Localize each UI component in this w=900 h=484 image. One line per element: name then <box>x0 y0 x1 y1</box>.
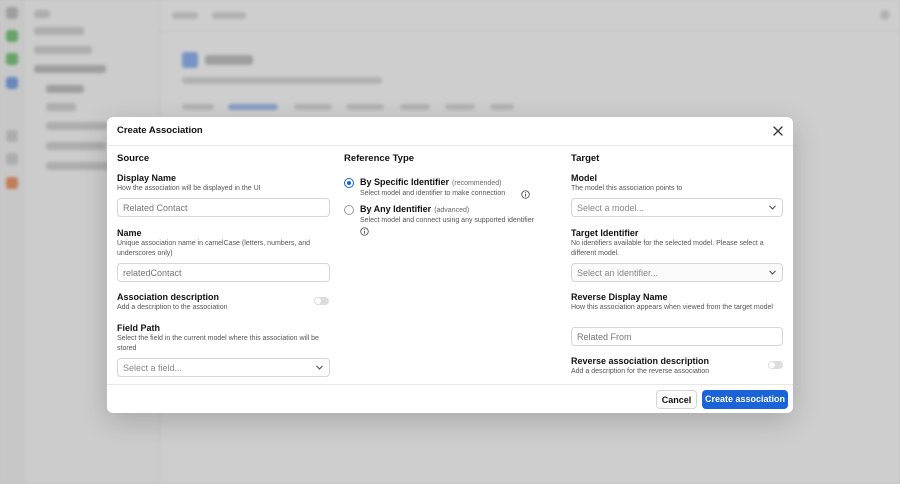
advanced-tag: (advanced) <box>434 207 470 214</box>
target-identifier-select[interactable]: Select an identifier... <box>571 263 783 282</box>
specific-identifier-radio[interactable] <box>344 178 354 188</box>
chevron-down-icon <box>769 270 776 275</box>
target-heading: Target <box>571 153 600 164</box>
source-column: Source Display Name How the association … <box>107 146 336 386</box>
source-heading: Source <box>117 153 150 164</box>
dialog-footer: Cancel Create association <box>107 384 793 413</box>
create-association-dialog: Create Association Source Display Name H… <box>107 117 793 413</box>
dialog-header: Create Association <box>107 117 793 146</box>
specific-identifier-help: Select model and identifier to make conn… <box>360 190 506 197</box>
name-label: Name <box>117 228 142 238</box>
association-description-help: Add a description to the association <box>117 304 228 311</box>
info-icon[interactable] <box>521 190 530 199</box>
association-description-label: Association description <box>117 292 220 302</box>
info-icon[interactable] <box>360 227 369 236</box>
recommended-tag: (recommended) <box>452 180 502 187</box>
close-icon[interactable] <box>772 125 784 137</box>
name-help: Unique association name in camelCase (le… <box>117 240 310 257</box>
reverse-display-name-help: How this association appears when viewed… <box>571 304 773 311</box>
any-identifier-radio[interactable] <box>344 205 354 215</box>
model-help: The model this association points to <box>571 185 683 192</box>
reference-type-heading: Reference Type <box>344 153 415 164</box>
specific-identifier-title: By Specific Identifier <box>360 177 450 187</box>
display-name-input[interactable] <box>117 198 330 217</box>
target-identifier-placeholder: Select an identifier... <box>577 268 659 278</box>
any-identifier-title: By Any Identifier <box>360 204 432 214</box>
dialog-title: Create Association <box>117 125 203 136</box>
display-name-help: How the association will be displayed in… <box>117 185 261 192</box>
model-label: Model <box>571 173 597 183</box>
model-select[interactable]: Select a model... <box>571 198 783 217</box>
reverse-display-name-label: Reverse Display Name <box>571 292 668 302</box>
target-identifier-label: Target Identifier <box>571 228 639 238</box>
reverse-description-label: Reverse association description <box>571 356 710 366</box>
create-association-button[interactable]: Create association <box>702 390 788 409</box>
field-path-help: Select the field in the current model wh… <box>117 335 319 352</box>
field-path-placeholder: Select a field... <box>123 363 183 373</box>
reverse-display-name-input[interactable] <box>571 327 783 346</box>
chevron-down-icon <box>316 365 323 370</box>
model-placeholder: Select a model... <box>577 203 645 213</box>
any-identifier-help: Select model and connect using any suppo… <box>360 217 534 224</box>
any-identifier-label[interactable]: By Any Identifier (advanced) <box>360 204 469 214</box>
association-description-toggle[interactable] <box>314 297 329 305</box>
reverse-description-toggle[interactable] <box>768 361 783 369</box>
chevron-down-icon <box>769 205 776 210</box>
reverse-description-help: Add a description for the reverse associ… <box>571 368 710 375</box>
specific-identifier-label[interactable]: By Specific Identifier (recommended) <box>360 177 501 187</box>
target-column: Target Model The model this association … <box>564 146 793 386</box>
name-input[interactable] <box>117 263 330 282</box>
field-path-label: Field Path <box>117 323 161 333</box>
reference-type-column: Reference Type By Specific Identifier (re… <box>336 146 564 386</box>
field-path-select[interactable]: Select a field... <box>117 358 330 377</box>
cancel-button[interactable]: Cancel <box>656 390 697 409</box>
target-identifier-help: No identifiers available for the selecte… <box>571 240 764 257</box>
display-name-label: Display Name <box>117 173 177 183</box>
